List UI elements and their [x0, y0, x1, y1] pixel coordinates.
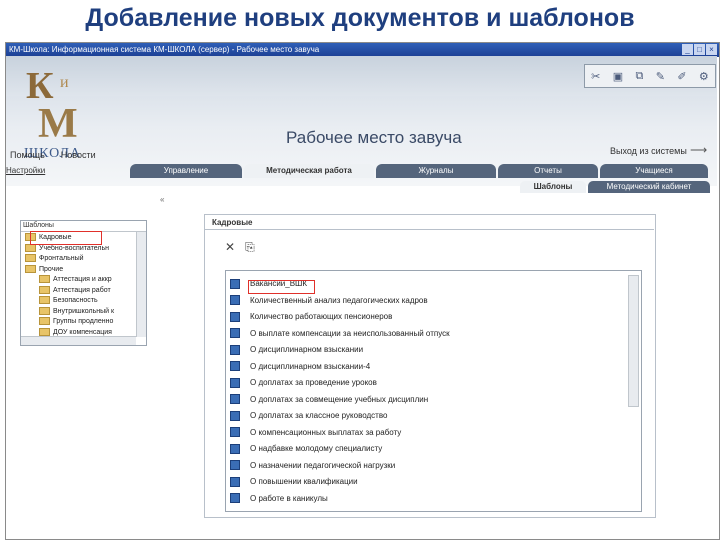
tree-scrollbar-vertical[interactable]: [136, 232, 146, 337]
window-controls: _ □ ×: [682, 44, 717, 55]
logo-letter-i: и: [60, 74, 69, 91]
document-icon: [230, 493, 240, 504]
tree-item[interactable]: Прочие: [25, 264, 63, 276]
close-button[interactable]: ×: [706, 44, 717, 55]
folder-icon: [25, 264, 36, 273]
new-document-icon[interactable]: ⎘: [245, 240, 255, 264]
document-icon: [230, 344, 240, 355]
document-icon: [230, 295, 240, 306]
folder-icon: [39, 306, 50, 315]
tree-scrollbar-horizontal[interactable]: [21, 336, 136, 345]
tree-item[interactable]: Аттестация и аккр: [39, 275, 112, 286]
document-icon: [230, 278, 240, 289]
list-item[interactable]: Количество работающих пенсионеров: [230, 310, 392, 324]
list-item[interactable]: О доплатах за проведение уроков: [230, 376, 377, 390]
page-title: Рабочее место завуча: [286, 128, 462, 147]
document-icon: [230, 476, 240, 487]
folder-icon: [39, 327, 50, 336]
folder-icon: [39, 317, 50, 326]
list-item[interactable]: О доплатах за совмещение учебных дисципл…: [230, 393, 428, 407]
document-icon: [230, 311, 240, 322]
collapse-icon[interactable]: «: [160, 195, 164, 204]
tab-management[interactable]: Управление: [130, 164, 242, 178]
list-item[interactable]: О дисциплинарном взыскании: [230, 343, 363, 357]
document-icon: [230, 410, 240, 421]
help-link[interactable]: Помощь: [10, 150, 45, 160]
subtab-methodical-cabinet[interactable]: Методический кабинет: [588, 181, 710, 193]
tab-journals[interactable]: Журналы: [376, 164, 496, 178]
list-item[interactable]: О повышении квалификации: [230, 475, 358, 489]
tree-item[interactable]: Группы продленно: [39, 317, 113, 328]
doc-panel-divider: [204, 229, 654, 230]
delete-icon[interactable]: ✕: [225, 240, 235, 264]
sub-tabs: Шаблоны Методический кабинет: [520, 181, 710, 193]
doc-panel-tab[interactable]: Кадровые: [212, 218, 252, 227]
minimize-button[interactable]: _: [682, 44, 693, 55]
list-item[interactable]: О надбавке молодому специалисту: [230, 442, 382, 456]
list-item[interactable]: О назначении педагогической нагрузки: [230, 459, 395, 473]
list-item[interactable]: О выплате компенсации за неиспользованны…: [230, 327, 450, 341]
list-item[interactable]: О дисциплинарном взыскании-4: [230, 360, 370, 374]
document-icon: [230, 328, 240, 339]
tree-item[interactable]: Аттестация работ: [39, 285, 111, 297]
subtab-templates[interactable]: Шаблоны: [520, 181, 586, 193]
list-item[interactable]: О доплатах за классное руководство: [230, 409, 387, 423]
folder-icon: [25, 254, 36, 263]
document-list-scrollbar[interactable]: [628, 275, 639, 407]
highlight-box: [248, 280, 315, 294]
news-link[interactable]: Новости: [61, 150, 96, 160]
main-tabs: Управление Методическая работа Журналы О…: [130, 164, 710, 178]
tree-item[interactable]: Фронтальный: [25, 254, 84, 265]
document-list: Вакансии_ВШК Количественный анализ педаг…: [225, 270, 642, 512]
maximize-button[interactable]: □: [694, 44, 705, 55]
toolbar: ✂ ▣ ⧉ ✎ ✐ ⚙: [584, 64, 716, 88]
highlight-box: [30, 231, 102, 245]
list-item[interactable]: О компенсационных выплатах за работу: [230, 426, 401, 440]
nav-links: Помощь Новости: [10, 150, 96, 160]
copy-icon[interactable]: ⧉: [636, 70, 644, 83]
tab-reports[interactable]: Отчеты: [498, 164, 598, 178]
document-icon: [230, 377, 240, 388]
settings-link[interactable]: Настройки: [6, 166, 45, 175]
tab-students[interactable]: Учащиеся: [600, 164, 708, 178]
pen-icon[interactable]: ✐: [677, 70, 686, 83]
list-item[interactable]: Количественный анализ педагогических кад…: [230, 294, 428, 308]
exit-link[interactable]: Выход из системы: [610, 146, 687, 156]
tree-item[interactable]: Внутришкольный к: [39, 306, 114, 318]
title-bar: КМ-Школа: Информационная система КМ-ШКОЛ…: [6, 43, 719, 57]
settings-icon[interactable]: ⚙: [699, 70, 709, 83]
window-title: КМ-Школа: Информационная система КМ-ШКОЛ…: [9, 45, 320, 54]
document-icon: [230, 427, 240, 438]
folder-icon: [39, 285, 50, 294]
document-icon: [230, 460, 240, 471]
slide-title: Добавление новых документов и шаблонов: [85, 4, 635, 32]
document-icon: [230, 443, 240, 454]
tree-item[interactable]: Безопасность: [39, 296, 98, 307]
scissors-icon[interactable]: ✂: [591, 70, 600, 83]
folder-icon: [39, 296, 50, 305]
tab-methodical-work[interactable]: Методическая работа: [244, 164, 374, 178]
arrow-right-icon[interactable]: ⟶: [690, 143, 707, 157]
folder-icon: [39, 275, 50, 284]
document-icon: [230, 394, 240, 405]
logo: К и М ШКОЛА: [24, 60, 94, 161]
edit-icon[interactable]: ✎: [656, 70, 665, 83]
doc-toolbar: ✕ ⎘: [225, 240, 285, 264]
list-item[interactable]: О работе в каникулы: [230, 492, 328, 506]
document-icon: [230, 361, 240, 372]
tree-item[interactable]: Учебно-воспитательн: [25, 243, 109, 255]
save-icon[interactable]: ▣: [613, 70, 623, 83]
logo-letter-m: М: [38, 101, 78, 147]
